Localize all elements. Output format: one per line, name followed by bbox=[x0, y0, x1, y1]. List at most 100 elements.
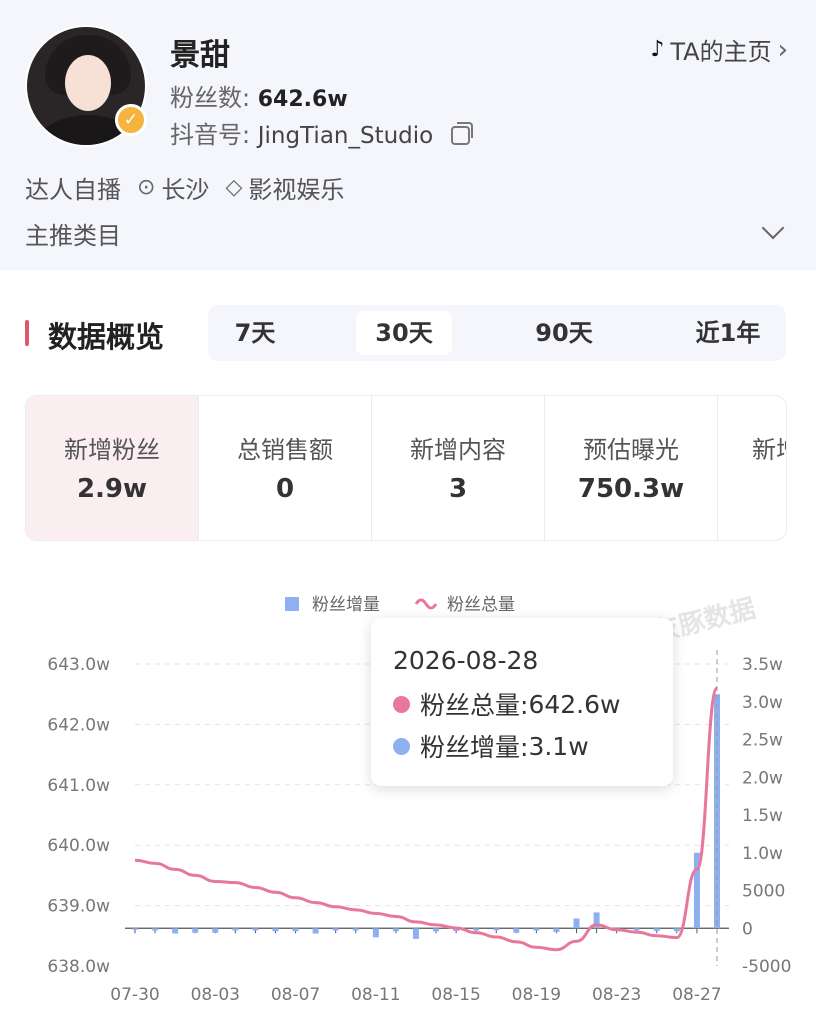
fans-gain-bar bbox=[673, 928, 680, 932]
x-tick-label: 08-23 bbox=[592, 985, 641, 1005]
tiktok-icon: ♪ bbox=[650, 37, 665, 62]
profile-name: 景甜 bbox=[170, 38, 230, 73]
profile-card: ✓ 景甜 粉丝数: 642.6w 抖音号: JingTian_Studio ♪ … bbox=[0, 0, 816, 270]
fans-gain-bar bbox=[332, 928, 339, 931]
section-title: 数据概览 bbox=[48, 320, 165, 354]
x-tick-label: 08-15 bbox=[431, 985, 480, 1005]
range-tab-group: 7天 30天 90天 近1年 bbox=[208, 305, 786, 361]
fans-gain-bar bbox=[152, 928, 159, 931]
legend-bar-icon bbox=[285, 597, 299, 611]
tooltip-total-label: 粉丝总量: bbox=[420, 691, 529, 720]
total-dot-icon bbox=[393, 695, 410, 713]
douyin-id-label: 抖音号: bbox=[170, 121, 251, 149]
metric-est-exposure[interactable]: 预估曝光 750.3w bbox=[545, 396, 718, 540]
fans-gain-bar bbox=[312, 928, 319, 934]
fans-count-row: 粉丝数: 642.6w bbox=[170, 78, 348, 113]
metric-total-sales[interactable]: 总销售额 0 bbox=[199, 396, 372, 540]
tags-row: 达人自播 ⊙ 长沙 ◇ 影视娱乐 bbox=[25, 170, 344, 205]
fans-gain-bar bbox=[513, 928, 520, 933]
y-right-tick-label: 1.0w bbox=[742, 844, 783, 864]
x-tick-label: 08-07 bbox=[271, 985, 320, 1005]
section-accent-bar bbox=[25, 320, 29, 346]
y-left-tick-label: 639.0w bbox=[47, 897, 110, 917]
fans-gain-bar bbox=[412, 928, 419, 939]
metric-label: 新增 bbox=[752, 436, 786, 464]
y-right-tick-label: 5000 bbox=[742, 882, 785, 902]
fans-gain-bar bbox=[272, 928, 279, 932]
tab-1-year[interactable]: 近1年 bbox=[680, 311, 776, 355]
y-right-tick-label: -5000 bbox=[742, 957, 791, 977]
tooltip-gain-row: 粉丝增量: 3.1w bbox=[393, 728, 589, 764]
fans-gain-bar bbox=[633, 928, 640, 931]
metric-new-fans[interactable]: 新增粉丝 2.9w bbox=[26, 396, 199, 540]
gain-dot-icon bbox=[393, 737, 410, 755]
fans-gain-bar bbox=[473, 928, 480, 931]
tooltip-total-row: 粉丝总量: 642.6w bbox=[393, 686, 620, 722]
location-pin-icon: ⊙ bbox=[137, 175, 156, 200]
fans-gain-bar bbox=[553, 928, 560, 933]
x-tick-label: 08-19 bbox=[512, 985, 561, 1005]
chevron-down-icon[interactable] bbox=[761, 216, 785, 240]
chevron-right-icon: › bbox=[777, 34, 788, 65]
metric-value: 3 bbox=[448, 474, 468, 504]
tooltip-gain-value: 3.1w bbox=[528, 731, 589, 761]
y-left-tick-label: 643.0w bbox=[47, 655, 110, 675]
metric-value: 2.9w bbox=[76, 474, 148, 504]
fans-gain-bar bbox=[392, 928, 399, 932]
fans-gain-bar bbox=[252, 928, 259, 931]
metric-partial[interactable]: 新增 bbox=[718, 396, 786, 540]
fans-gain-bar bbox=[352, 928, 359, 931]
tooltip-total-value: 642.6w bbox=[528, 689, 621, 719]
fans-gain-bar bbox=[192, 928, 199, 933]
metric-label: 新增粉丝 bbox=[64, 436, 160, 464]
x-tick-label: 08-27 bbox=[672, 985, 721, 1005]
fans-value: 642.6w bbox=[257, 87, 348, 112]
tag-city: 长沙 bbox=[161, 176, 210, 204]
x-tick-label: 07-30 bbox=[110, 985, 159, 1005]
douyin-id-value: JingTian_Studio bbox=[257, 123, 434, 149]
main-category-label: 主推类目 bbox=[25, 222, 121, 250]
ta-homepage-link[interactable]: ♪ TA的主页 › bbox=[650, 32, 788, 67]
tab-30-days[interactable]: 30天 bbox=[356, 311, 452, 355]
metric-strip: 新增粉丝 2.9w 总销售额 0 新增内容 3 预估曝光 750.3w 新增 bbox=[25, 395, 787, 541]
legend-line-icon bbox=[414, 598, 438, 610]
legend-label: 粉丝总量 bbox=[447, 595, 515, 615]
y-right-tick-label: 2.5w bbox=[742, 731, 783, 751]
fans-gain-bar bbox=[232, 928, 239, 931]
douyin-id-row: 抖音号: JingTian_Studio bbox=[170, 115, 473, 150]
tab-90-days[interactable]: 90天 bbox=[518, 311, 610, 355]
y-right-tick-label: 1.5w bbox=[742, 806, 783, 826]
chart-tooltip: 2026-08-28 粉丝总量: 642.6w 粉丝增量: 3.1w bbox=[371, 618, 673, 786]
fans-label: 粉丝数: bbox=[170, 84, 251, 112]
y-right-tick-label: 3.5w bbox=[742, 655, 783, 675]
tag-category: 影视娱乐 bbox=[248, 176, 345, 204]
fans-gain-bar bbox=[493, 928, 500, 931]
copy-icon[interactable] bbox=[450, 122, 473, 145]
y-left-tick-label: 638.0w bbox=[47, 957, 110, 977]
y-right-tick-label: 3.0w bbox=[742, 693, 783, 713]
x-tick-label: 08-11 bbox=[351, 985, 400, 1005]
metric-new-content[interactable]: 新增内容 3 bbox=[372, 396, 545, 540]
metric-label: 新增内容 bbox=[410, 436, 506, 464]
x-tick-label: 08-03 bbox=[191, 985, 240, 1005]
metric-value: 0 bbox=[275, 474, 295, 504]
tooltip-date: 2026-08-28 bbox=[393, 646, 539, 675]
y-left-tick-label: 642.0w bbox=[47, 715, 110, 735]
verified-badge-icon: ✓ bbox=[115, 104, 147, 136]
fans-gain-bar bbox=[653, 928, 660, 931]
y-left-tick-label: 640.0w bbox=[47, 836, 110, 856]
y-right-tick-label: 0 bbox=[742, 919, 753, 939]
fans-gain-bar bbox=[172, 928, 179, 934]
fans-gain-bar bbox=[573, 918, 580, 929]
metric-value: 750.3w bbox=[577, 474, 685, 504]
tag-type: 达人自播 bbox=[25, 176, 121, 204]
y-right-tick-label: 2.0w bbox=[742, 768, 783, 788]
fans-gain-bar bbox=[132, 928, 138, 930]
tab-7-days[interactable]: 7天 bbox=[214, 311, 296, 355]
fans-gain-bar bbox=[533, 928, 540, 931]
fans-gain-bar bbox=[372, 928, 379, 938]
home-link-label: TA的主页 bbox=[670, 38, 772, 66]
metric-label: 总销售额 bbox=[237, 436, 333, 464]
fans-gain-bar bbox=[292, 928, 299, 932]
tag-icon: ◇ bbox=[225, 175, 243, 200]
